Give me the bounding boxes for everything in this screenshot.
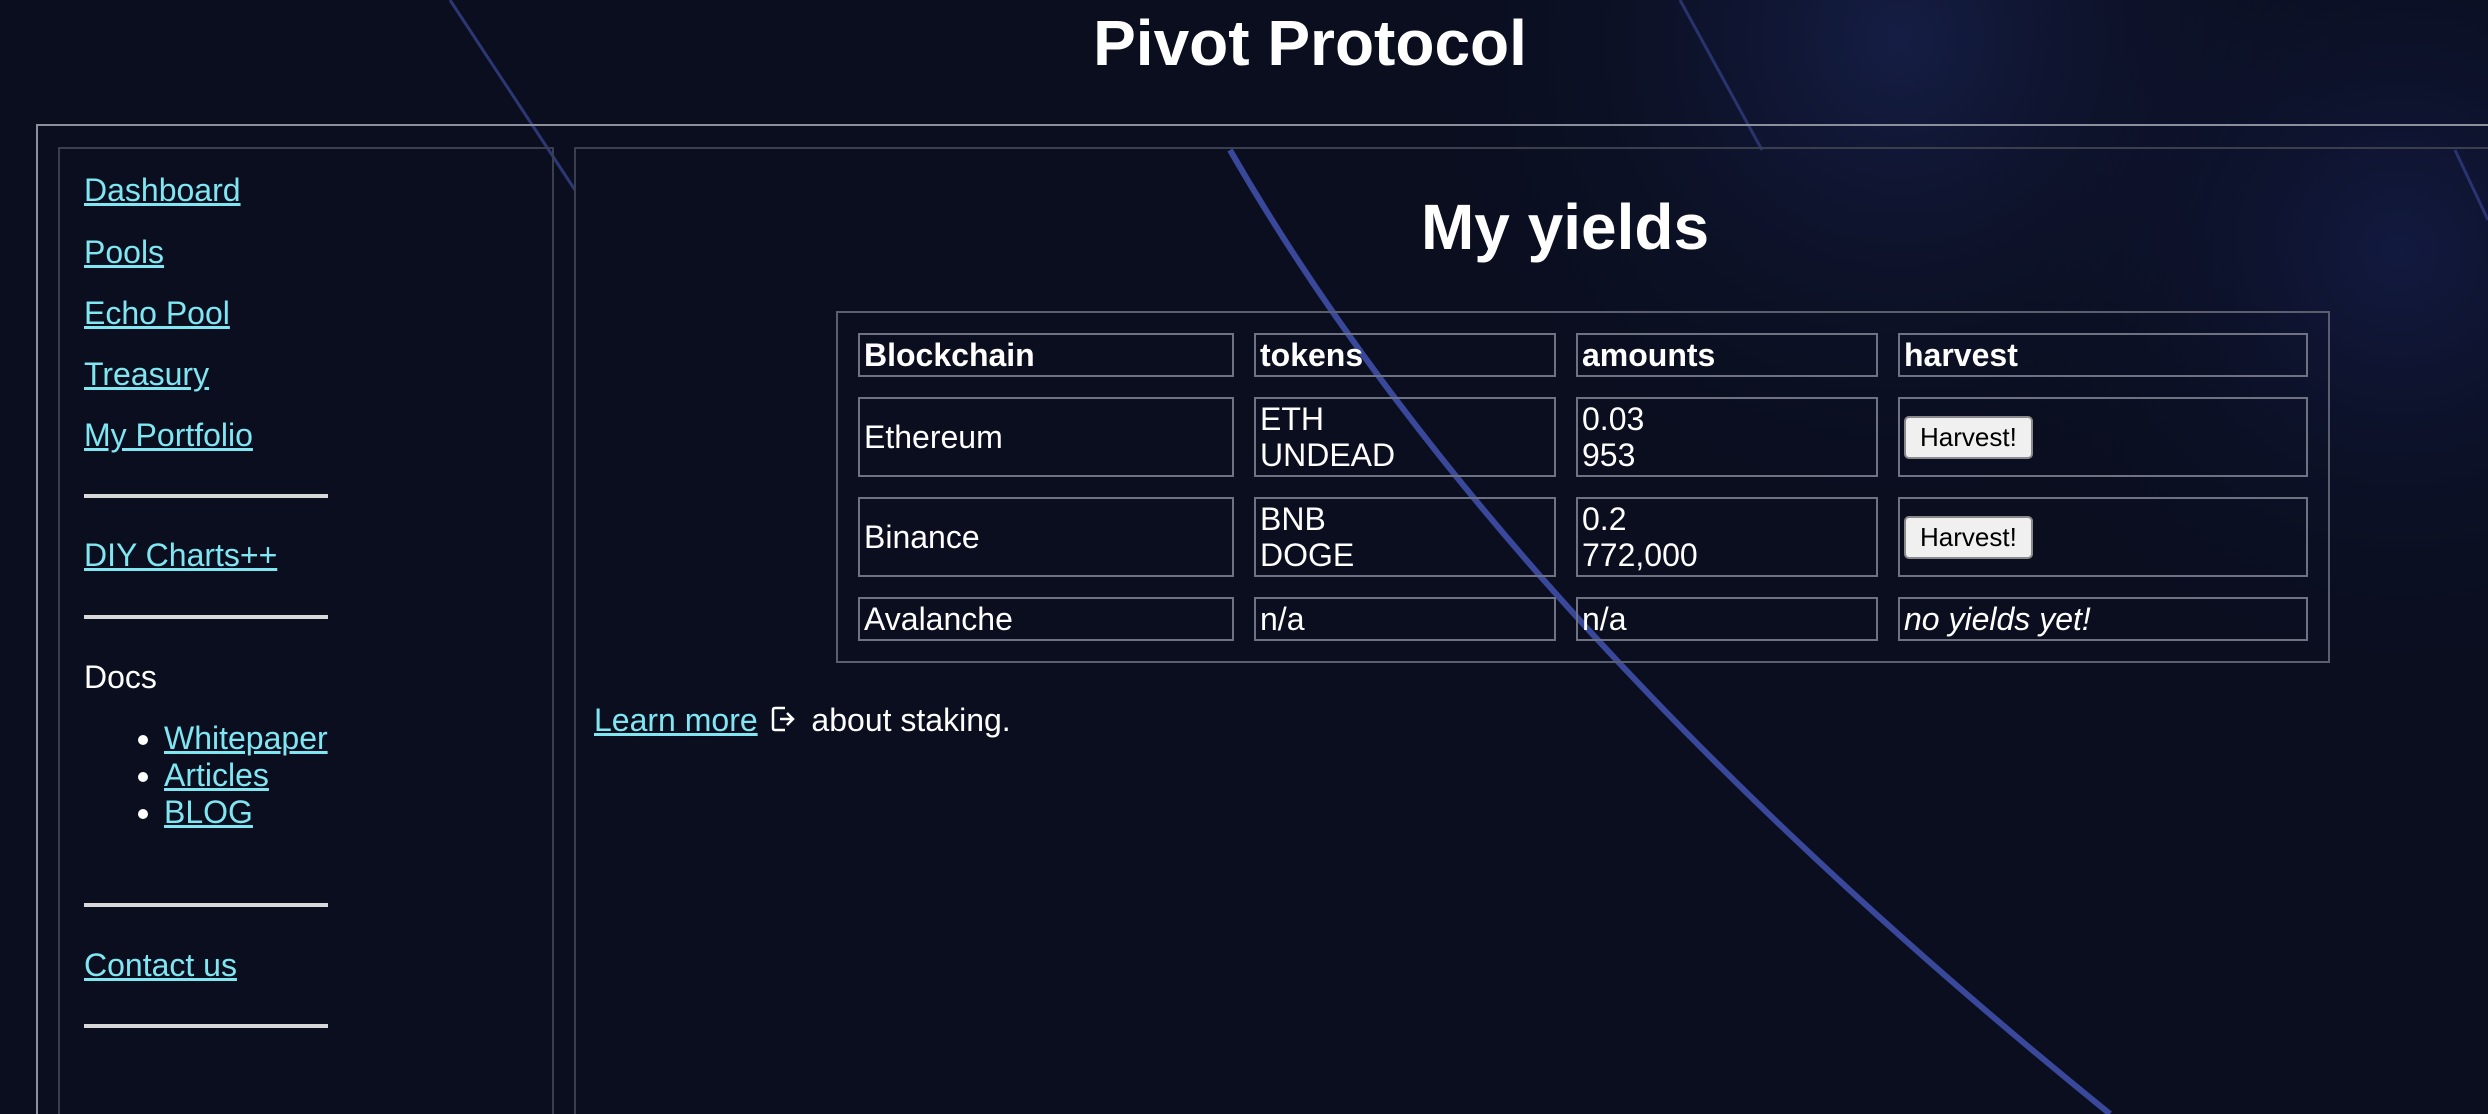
column-header-blockchain: Blockchain	[858, 333, 1234, 377]
docs-list: Whitepaper Articles BLOG	[130, 720, 328, 831]
sidebar-divider	[84, 494, 328, 498]
cell-amounts: 0.03 953	[1576, 397, 1878, 477]
yields-table: Blockchain tokens amounts harvest Ethere…	[836, 311, 2330, 663]
sidebar-item-pools[interactable]: Pools	[84, 232, 164, 272]
harvest-button[interactable]: Harvest!	[1904, 415, 2033, 459]
token-name: BNB	[1260, 501, 1326, 537]
cell-amounts: 0.2 772,000	[1576, 497, 1878, 577]
token-name: ETH	[1260, 401, 1324, 437]
sidebar-divider	[84, 903, 328, 907]
token-name: UNDEAD	[1260, 437, 1396, 473]
token-amount: 0.2	[1582, 501, 1627, 537]
docs-link-articles[interactable]: Articles	[164, 757, 269, 793]
sidebar-item-echo-pool[interactable]: Echo Pool	[84, 293, 230, 333]
token-amount: 772,000	[1582, 537, 1698, 573]
sidebar-item-diy-charts[interactable]: DIY Charts++	[84, 535, 277, 575]
table-row: Avalanche n/a n/a no yields yet!	[858, 597, 2308, 641]
cell-harvest: Harvest!	[1898, 397, 2308, 477]
harvest-button[interactable]: Harvest!	[1904, 515, 2033, 559]
learn-more-suffix: about staking.	[811, 702, 1011, 738]
docs-link-blog[interactable]: BLOG	[164, 794, 253, 830]
docs-label: Docs	[84, 659, 157, 695]
docs-list-item: Whitepaper	[164, 720, 328, 757]
docs-list-item: BLOG	[164, 794, 328, 831]
table-header-row: Blockchain tokens amounts harvest	[858, 333, 2308, 377]
external-link-icon	[771, 702, 797, 742]
cell-tokens: BNB DOGE	[1254, 497, 1556, 577]
sidebar-item-my-portfolio[interactable]: My Portfolio	[84, 415, 253, 455]
token-amount: 0.03	[1582, 401, 1645, 437]
cell-tokens: ETH UNDEAD	[1254, 397, 1556, 477]
token-name: DOGE	[1260, 537, 1355, 573]
page-heading: My yields	[1420, 191, 1710, 263]
site-title: Pivot Protocol	[1093, 7, 1527, 79]
table-row: Binance BNB DOGE 0.2 772,000 Harvest!	[858, 497, 2308, 577]
cell-harvest: Harvest!	[1898, 497, 2308, 577]
column-header-amounts: amounts	[1576, 333, 1878, 377]
sidebar-item-dashboard[interactable]: Dashboard	[84, 170, 241, 210]
sidebar-divider	[84, 615, 328, 619]
docs-link-whitepaper[interactable]: Whitepaper	[164, 720, 328, 756]
sidebar-item-treasury[interactable]: Treasury	[84, 354, 209, 394]
docs-list-item: Articles	[164, 757, 328, 794]
learn-more-line: Learn more about staking.	[594, 700, 1011, 742]
cell-blockchain: Binance	[858, 497, 1234, 577]
cell-blockchain: Avalanche	[858, 597, 1234, 641]
cell-tokens: n/a	[1254, 597, 1556, 641]
learn-more-link[interactable]: Learn more	[594, 702, 758, 738]
table-row: Ethereum ETH UNDEAD 0.03 953 Harvest!	[858, 397, 2308, 477]
cell-amounts: n/a	[1576, 597, 1878, 641]
cell-harvest-status: no yields yet!	[1898, 597, 2308, 641]
cell-blockchain: Ethereum	[858, 397, 1234, 477]
token-amount: 953	[1582, 437, 1636, 473]
sidebar-divider	[84, 1024, 328, 1028]
column-header-tokens: tokens	[1254, 333, 1556, 377]
sidebar-item-contact-us[interactable]: Contact us	[84, 945, 237, 985]
column-header-harvest: harvest	[1898, 333, 2308, 377]
